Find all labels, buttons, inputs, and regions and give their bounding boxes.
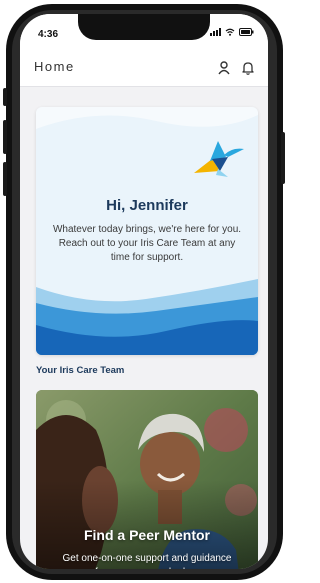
notification-bell-icon[interactable] [242,61,254,75]
profile-icon[interactable] [218,61,230,75]
greeting-heading: Hi, Jennifer [106,197,188,214]
power-button [281,132,285,184]
signal-icon [210,28,221,36]
mute-switch [3,88,7,106]
phone-screen: 4:36 Home Hi, Jennifer Whatever today br… [20,14,268,569]
mentor-card-title: Find a Peer Mentor [83,527,211,543]
battery-icon [239,28,254,36]
care-team-heading: Your Iris Care Team [36,365,125,376]
peer-mentor-card[interactable]: Find a Peer Mentor Get one-on-one suppor… [36,390,258,569]
notch [78,14,210,40]
app-header: Home [20,54,268,87]
hummingbird-logo [194,141,244,177]
welcome-message: Whatever today brings, we're here for yo… [52,224,242,263]
mentor-card-description: Get one-on-one support and guidance from… [62,553,232,569]
status-bar: 4:36 [20,14,268,54]
status-icons [210,28,254,36]
page-title: Home [34,59,75,74]
volume-down-button [3,162,7,196]
wifi-icon [225,28,235,36]
header-icons [218,61,254,75]
volume-up-button [3,120,7,154]
welcome-card[interactable]: Hi, Jennifer Whatever today brings, we'r… [36,107,258,355]
status-time: 4:36 [38,29,59,40]
